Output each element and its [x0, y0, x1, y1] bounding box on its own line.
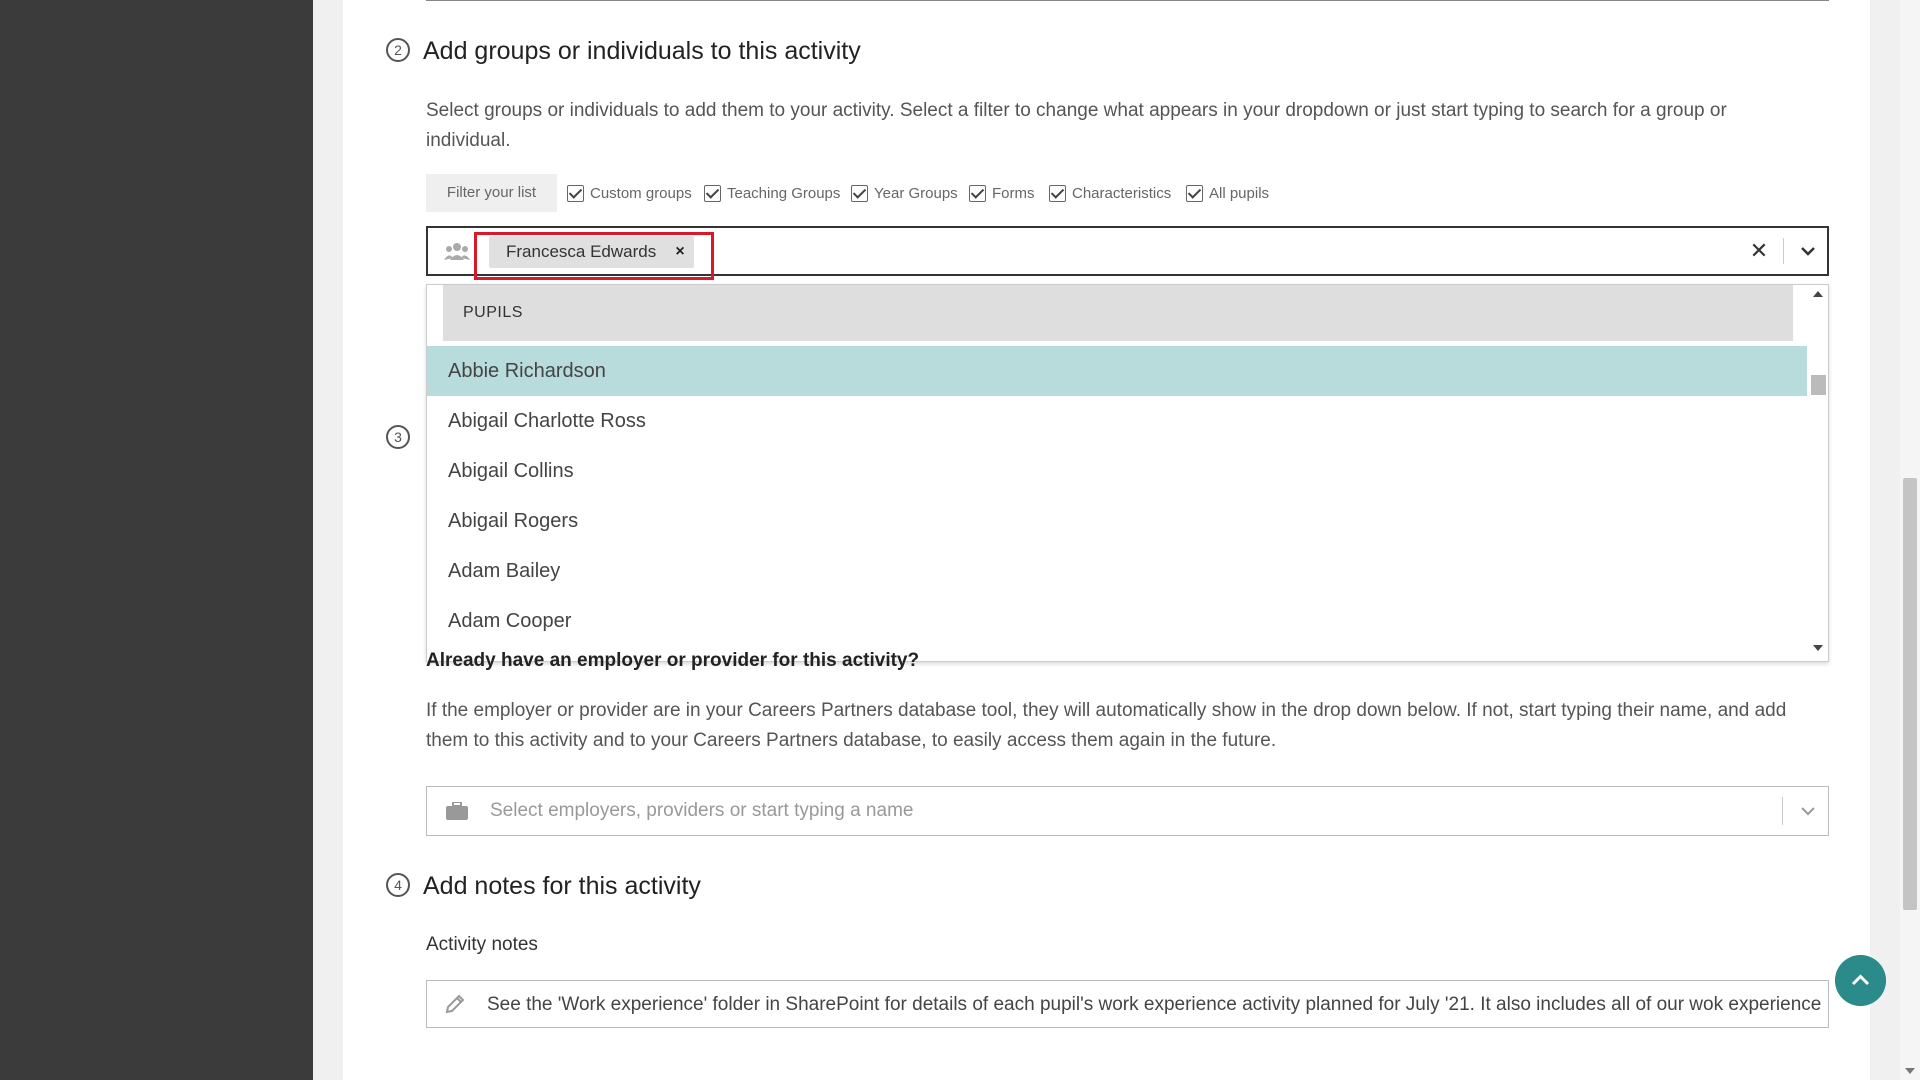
checkbox-icon[interactable]	[1186, 184, 1203, 202]
scroll-thumb[interactable]	[1811, 375, 1826, 395]
chevron-down-icon[interactable]	[1796, 236, 1820, 266]
checkbox-icon[interactable]	[704, 184, 721, 202]
page-scroll-thumb[interactable]	[1903, 478, 1917, 910]
filter-year-groups[interactable]: Year Groups	[851, 183, 958, 203]
filter-option-label: All pupils	[1209, 184, 1270, 202]
employer-question: Already have an employer or provider for…	[426, 650, 920, 671]
filter-option-label: Forms	[992, 184, 1035, 202]
chevron-down-icon[interactable]	[1796, 798, 1820, 824]
filter-forms[interactable]: Forms	[969, 183, 1035, 203]
scroll-down-icon[interactable]	[1813, 645, 1823, 651]
employer-select-separator	[1782, 797, 1783, 825]
scroll-up-icon[interactable]	[1813, 291, 1823, 297]
filter-teaching-groups[interactable]: Teaching Groups	[704, 183, 840, 203]
dropdown-option[interactable]: Abigail Charlotte Ross	[427, 396, 1807, 446]
employer-description: If the employer or provider are in your …	[426, 700, 1787, 751]
checkbox-icon[interactable]	[1049, 184, 1066, 202]
left-sidebar-rail	[0, 0, 313, 1080]
filter-label: Filter your list	[426, 174, 557, 212]
section-divider	[426, 0, 1829, 1]
dropdown-option[interactable]: Adam Bailey	[427, 546, 1807, 596]
employer-placeholder: Select employers, providers or start typ…	[490, 800, 914, 821]
filter-option-label: Custom groups	[590, 184, 692, 202]
right-gutter	[1870, 0, 1900, 1080]
clear-selection-button[interactable]: ✕	[1747, 236, 1771, 266]
section-2-description: Select groups or individuals to add them…	[426, 100, 1727, 151]
dropdown-option[interactable]: Abigail Collins	[427, 446, 1807, 496]
dropdown-option[interactable]: Abigail Rogers	[427, 496, 1807, 546]
filter-option-label: Teaching Groups	[727, 184, 841, 202]
page-scrollbar[interactable]	[1900, 0, 1920, 1080]
filter-all-pupils[interactable]: All pupils	[1186, 183, 1269, 203]
section-2-title: Add groups or individuals to this activi…	[423, 37, 861, 65]
section-4-title: Add notes for this activity	[423, 872, 701, 900]
pupil-dropdown-list[interactable]: PUPILS Abbie Richardson Abigail Charlott…	[426, 284, 1829, 662]
activity-notes-value[interactable]: See the 'Work experience' folder in Shar…	[487, 992, 1827, 1018]
filter-characteristics[interactable]: Characteristics	[1049, 183, 1171, 203]
filter-option-label: Characteristics	[1072, 184, 1172, 202]
scroll-down-icon[interactable]	[1905, 1068, 1915, 1074]
pencil-icon	[445, 994, 465, 1014]
dropdown-scrollbar[interactable]	[1808, 285, 1828, 661]
group-icon	[444, 243, 470, 260]
checkbox-icon[interactable]	[851, 184, 868, 202]
dropdown-group-header: PUPILS	[443, 285, 1793, 341]
briefcase-icon	[446, 802, 468, 820]
step-4-number: 4	[386, 873, 410, 897]
activity-notes-label: Activity notes	[426, 934, 538, 955]
highlight-annotation	[474, 232, 714, 280]
select-separator	[1783, 238, 1784, 264]
checkbox-icon[interactable]	[969, 184, 986, 202]
back-to-top-button[interactable]	[1835, 955, 1886, 1006]
checkbox-icon[interactable]	[567, 184, 584, 202]
step-3-number: 3	[386, 425, 410, 449]
filter-option-label: Year Groups	[874, 184, 958, 202]
dropdown-option[interactable]: Adam Cooper	[427, 596, 1807, 646]
filter-custom-groups[interactable]: Custom groups	[567, 183, 692, 203]
dropdown-option[interactable]: Abbie Richardson	[427, 346, 1807, 396]
step-2-number: 2	[386, 38, 410, 62]
